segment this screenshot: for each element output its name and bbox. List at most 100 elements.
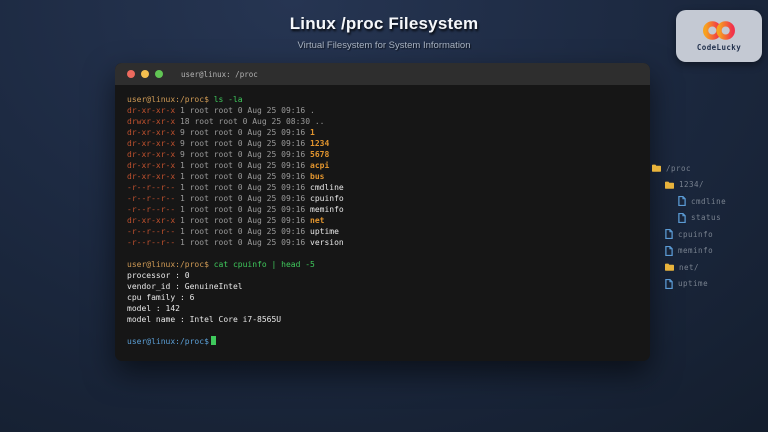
tree-item-status[interactable]: status <box>652 210 726 227</box>
ls-row: dr-xr-xr-x 9 root root 0 Aug 25 09:16 56… <box>127 149 638 160</box>
permissions: dr-xr-xr-x <box>127 106 175 115</box>
file-icon <box>665 229 673 239</box>
close-button-icon[interactable] <box>127 70 135 78</box>
file-meta: 9 root root 0 Aug 25 09:16 <box>175 150 310 159</box>
tree-item-1234[interactable]: 1234/ <box>652 177 726 194</box>
minimize-button-icon[interactable] <box>141 70 149 78</box>
ls-row: dr-xr-xr-x 1 root root 0 Aug 25 09:16 ac… <box>127 160 638 171</box>
folder-icon <box>665 181 674 189</box>
permissions: -r--r--r-- <box>127 183 175 192</box>
ls-row: -r--r--r-- 1 root root 0 Aug 25 09:16 cp… <box>127 193 638 204</box>
prompt-label: user@linux:/proc$ <box>127 337 209 346</box>
terminal-titlebar: user@linux: /proc <box>115 63 650 85</box>
cpuinfo-line: model : 142 <box>127 303 638 314</box>
file-tree: /proc 1234/cmdline status cpuinfo meminfo net… <box>652 160 726 292</box>
file-name: 1 <box>310 128 315 137</box>
ls-row: -r--r--r-- 1 root root 0 Aug 25 09:16 me… <box>127 204 638 215</box>
file-name: acpi <box>310 161 329 170</box>
blank-line <box>127 248 638 259</box>
page-subtitle: Virtual Filesystem for System Informatio… <box>0 40 768 51</box>
file-name: uptime <box>310 227 339 236</box>
tree-item-meminfo[interactable]: meminfo <box>652 243 726 260</box>
maximize-button-icon[interactable] <box>155 70 163 78</box>
file-name: net <box>310 216 324 225</box>
file-name: cmdline <box>310 183 344 192</box>
tree-item-label: cmdline <box>691 197 726 206</box>
file-name: . <box>310 106 315 115</box>
prompt-label: user@linux:/proc$ <box>127 260 209 269</box>
ls-row: -r--r--r-- 1 root root 0 Aug 25 09:16 up… <box>127 226 638 237</box>
ls-row: -r--r--r-- 1 root root 0 Aug 25 09:16 cm… <box>127 182 638 193</box>
file-meta: 1 root root 0 Aug 25 09:16 <box>175 183 310 192</box>
folder-icon <box>665 263 674 271</box>
file-meta: 9 root root 0 Aug 25 09:16 <box>175 128 310 137</box>
tree-item-cmdline[interactable]: cmdline <box>652 193 726 210</box>
permissions: dr-xr-xr-x <box>127 128 175 137</box>
ls-output: dr-xr-xr-x 1 root root 0 Aug 25 09:16 .d… <box>127 105 638 248</box>
terminal-title: user@linux: /proc <box>181 70 258 79</box>
idle-prompt-line: user@linux:/proc$ <box>127 336 638 347</box>
prompt-label: user@linux:/proc$ <box>127 95 209 104</box>
file-meta: 1 root root 0 Aug 25 09:16 <box>175 194 310 203</box>
cursor-block <box>211 336 216 345</box>
tree-item-label: cpuinfo <box>678 230 713 239</box>
file-name: version <box>310 238 344 247</box>
permissions: dr-xr-xr-x <box>127 139 175 148</box>
terminal-window: user@linux: /proc user@linux:/proc$ ls -… <box>115 63 650 361</box>
file-meta: 9 root root 0 Aug 25 09:16 <box>175 139 310 148</box>
file-icon <box>665 246 673 256</box>
ls-row: dr-xr-xr-x 1 root root 0 Aug 25 09:16 . <box>127 105 638 116</box>
permissions: dr-xr-xr-x <box>127 172 175 181</box>
tree-item-uptime[interactable]: uptime <box>652 276 726 293</box>
ls-row: dr-xr-xr-x 9 root root 0 Aug 25 09:16 1 <box>127 127 638 138</box>
page-background: Linux /proc Filesystem Virtual Filesyste… <box>0 0 768 432</box>
file-name: .. <box>315 117 325 126</box>
file-name: meminfo <box>310 205 344 214</box>
cpuinfo-output: processor : 0vendor_id : GenuineIntelcpu… <box>127 270 638 325</box>
file-meta: 1 root root 0 Aug 25 09:16 <box>175 227 310 236</box>
tree-item-proc[interactable]: /proc <box>652 160 726 177</box>
tree-item-cpuinfo[interactable]: cpuinfo <box>652 226 726 243</box>
file-name: cpuinfo <box>310 194 344 203</box>
blank-line <box>127 325 638 336</box>
file-meta: 18 root root 0 Aug 25 08:30 <box>175 117 315 126</box>
permissions: dr-xr-xr-x <box>127 161 175 170</box>
cpuinfo-line: vendor_id : GenuineIntel <box>127 281 638 292</box>
file-meta: 1 root root 0 Aug 25 09:16 <box>175 205 310 214</box>
permissions: dr-xr-xr-x <box>127 216 175 225</box>
tree-item-label: uptime <box>678 279 708 288</box>
logo-card: CodeLucky <box>676 10 762 62</box>
ls-row: dr-xr-xr-x 1 root root 0 Aug 25 09:16 ne… <box>127 215 638 226</box>
permissions: drwxr-xr-x <box>127 117 175 126</box>
file-meta: 1 root root 0 Aug 25 09:16 <box>175 216 310 225</box>
command-line-1: user@linux:/proc$ ls -la <box>127 94 638 105</box>
ls-row: dr-xr-xr-x 9 root root 0 Aug 25 09:16 12… <box>127 138 638 149</box>
ls-row: dr-xr-xr-x 1 root root 0 Aug 25 09:16 bu… <box>127 171 638 182</box>
command-text-1: ls -la <box>214 95 243 104</box>
file-name: 5678 <box>310 150 329 159</box>
permissions: -r--r--r-- <box>127 238 175 247</box>
tree-item-label: meminfo <box>678 246 713 255</box>
permissions: dr-xr-xr-x <box>127 150 175 159</box>
command-line-2: user@linux:/proc$ cat cpuinfo | head -5 <box>127 259 638 270</box>
terminal-body[interactable]: user@linux:/proc$ ls -la dr-xr-xr-x 1 ro… <box>115 85 650 356</box>
cpuinfo-line: cpu family : 6 <box>127 292 638 303</box>
file-icon <box>678 196 686 206</box>
logo-text: CodeLucky <box>697 43 741 52</box>
page-title: Linux /proc Filesystem <box>0 14 768 34</box>
tree-item-net[interactable]: net/ <box>652 259 726 276</box>
tree-item-label: status <box>691 213 721 222</box>
ls-row: -r--r--r-- 1 root root 0 Aug 25 09:16 ve… <box>127 237 638 248</box>
command-text-2: cat cpuinfo | head -5 <box>214 260 315 269</box>
ls-row: drwxr-xr-x 18 root root 0 Aug 25 08:30 .… <box>127 116 638 127</box>
file-name: bus <box>310 172 324 181</box>
infinity-icon <box>698 20 740 41</box>
tree-item-label: /proc <box>666 164 691 173</box>
file-meta: 1 root root 0 Aug 25 09:16 <box>175 238 310 247</box>
file-icon <box>678 213 686 223</box>
tree-item-label: 1234/ <box>679 180 704 189</box>
file-meta: 1 root root 0 Aug 25 09:16 <box>175 172 310 181</box>
permissions: -r--r--r-- <box>127 194 175 203</box>
file-meta: 1 root root 0 Aug 25 09:16 <box>175 106 310 115</box>
permissions: -r--r--r-- <box>127 205 175 214</box>
